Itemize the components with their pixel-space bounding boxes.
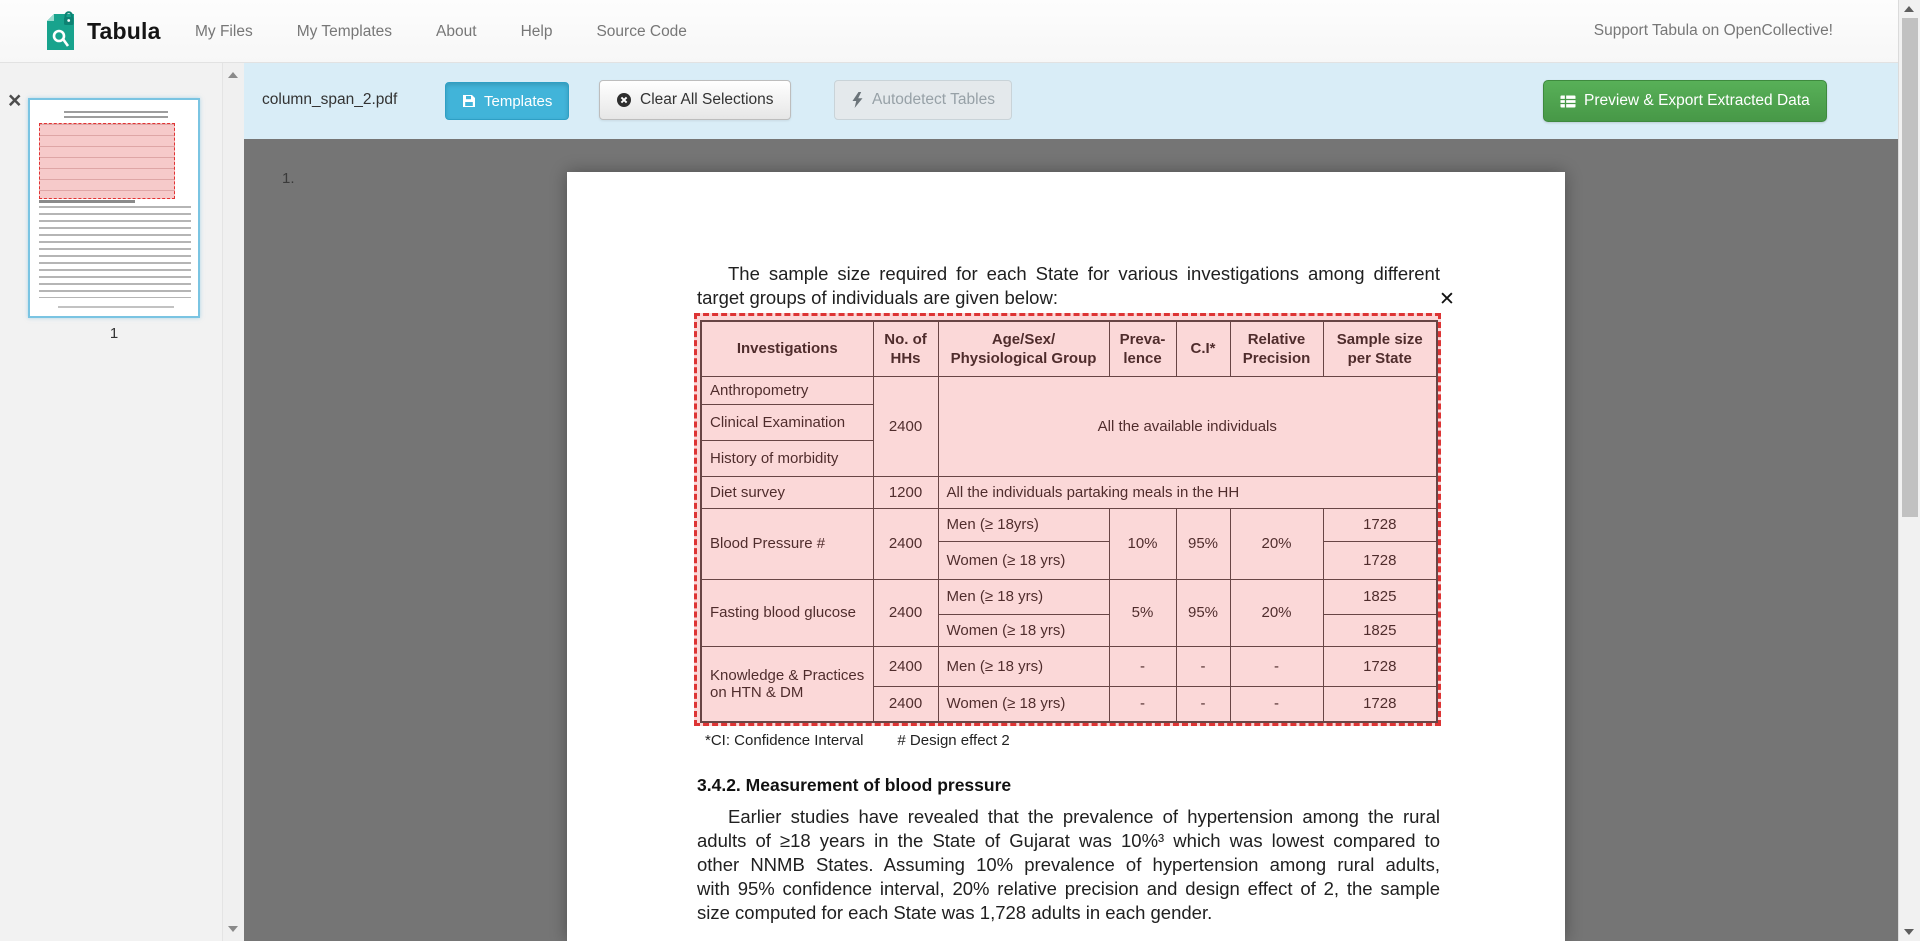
templates-button-label: Templates bbox=[484, 93, 552, 110]
sidebar-scrollbar[interactable] bbox=[222, 63, 244, 941]
window-scrollbar[interactable] bbox=[1898, 0, 1920, 941]
toolbar: column_span_2.pdf Templates Clear All Se… bbox=[244, 63, 1898, 139]
section-heading: 3.4.2. Measurement of blood pressure bbox=[697, 775, 1011, 796]
brand-name: Tabula bbox=[87, 18, 161, 45]
templates-button[interactable]: Templates bbox=[445, 82, 569, 120]
intro-line: The sample size required for each State … bbox=[697, 262, 1440, 286]
filename-label: column_span_2.pdf bbox=[262, 91, 397, 109]
paragraph-line: adults of ≥18 years in the State of Guja… bbox=[697, 829, 1440, 853]
nav-help[interactable]: Help bbox=[521, 23, 553, 41]
page-label: 1. bbox=[282, 170, 295, 187]
body-paragraph: Earlier studies have revealed that the p… bbox=[697, 805, 1440, 925]
nav-links: My Files My Templates About Help Source … bbox=[195, 0, 687, 63]
remove-circle-icon bbox=[616, 92, 632, 108]
scroll-down-icon[interactable] bbox=[1904, 929, 1914, 935]
tabula-logo-icon bbox=[44, 11, 77, 51]
thumbnail-footer-line bbox=[58, 306, 174, 308]
footnote-design-effect: # Design effect 2 bbox=[897, 732, 1009, 749]
nav-about[interactable]: About bbox=[436, 23, 477, 41]
support-opencollective-link[interactable]: Support Tabula on OpenCollective! bbox=[1594, 22, 1833, 40]
autodetect-tables-button[interactable]: Autodetect Tables bbox=[834, 80, 1012, 120]
thumbnail-body-lines bbox=[39, 206, 191, 298]
selection-overlay[interactable] bbox=[694, 313, 1441, 726]
autodetect-button-label: Autodetect Tables bbox=[872, 91, 995, 109]
table-footnote: *CI: Confidence Interval # Design effect… bbox=[705, 732, 1010, 749]
paragraph-line: size computed for each State was 1,728 a… bbox=[697, 901, 1440, 925]
nav-my-files[interactable]: My Files bbox=[195, 23, 253, 41]
thumbnail-heading-line bbox=[39, 200, 135, 203]
scrollbar-thumb[interactable] bbox=[1902, 18, 1918, 517]
remove-page-icon[interactable]: × bbox=[8, 89, 21, 112]
thumbnail-text-lines bbox=[64, 111, 168, 119]
page-thumbnail[interactable] bbox=[28, 98, 200, 318]
table-list-icon bbox=[1560, 95, 1576, 108]
intro-line: target groups of individuals are given b… bbox=[697, 286, 1440, 310]
sidebar: × 1 bbox=[0, 63, 244, 941]
tabula-app: Tabula My Files My Templates About Help … bbox=[0, 0, 1920, 941]
brand[interactable]: Tabula bbox=[44, 11, 161, 51]
pdf-page[interactable]: The sample size required for each State … bbox=[567, 172, 1565, 941]
scroll-up-icon[interactable] bbox=[1904, 6, 1914, 12]
save-icon bbox=[462, 94, 476, 108]
footnote-ci: *CI: Confidence Interval bbox=[705, 732, 863, 749]
lightning-icon bbox=[851, 92, 864, 108]
thumbnail-page-number: 1 bbox=[28, 325, 200, 342]
scroll-up-icon[interactable] bbox=[228, 72, 238, 78]
thumbnail-selection-overlay bbox=[39, 123, 175, 199]
selection-close-icon[interactable]: ✕ bbox=[1439, 290, 1455, 309]
preview-export-button[interactable]: Preview & Export Extracted Data bbox=[1543, 80, 1827, 122]
paragraph-line: with 95% confidence interval, 20% relati… bbox=[697, 877, 1440, 901]
export-button-label: Preview & Export Extracted Data bbox=[1584, 92, 1810, 110]
scroll-down-icon[interactable] bbox=[228, 926, 238, 932]
paragraph-line: other NNMB States. Assuming 10% prevalen… bbox=[697, 853, 1440, 877]
nav-source-code[interactable]: Source Code bbox=[596, 23, 686, 41]
clear-all-selections-button[interactable]: Clear All Selections bbox=[599, 80, 791, 120]
paragraph-line: Earlier studies have revealed that the p… bbox=[697, 805, 1440, 829]
clear-button-label: Clear All Selections bbox=[640, 91, 774, 109]
navbar: Tabula My Files My Templates About Help … bbox=[0, 0, 1898, 63]
nav-my-templates[interactable]: My Templates bbox=[297, 23, 392, 41]
